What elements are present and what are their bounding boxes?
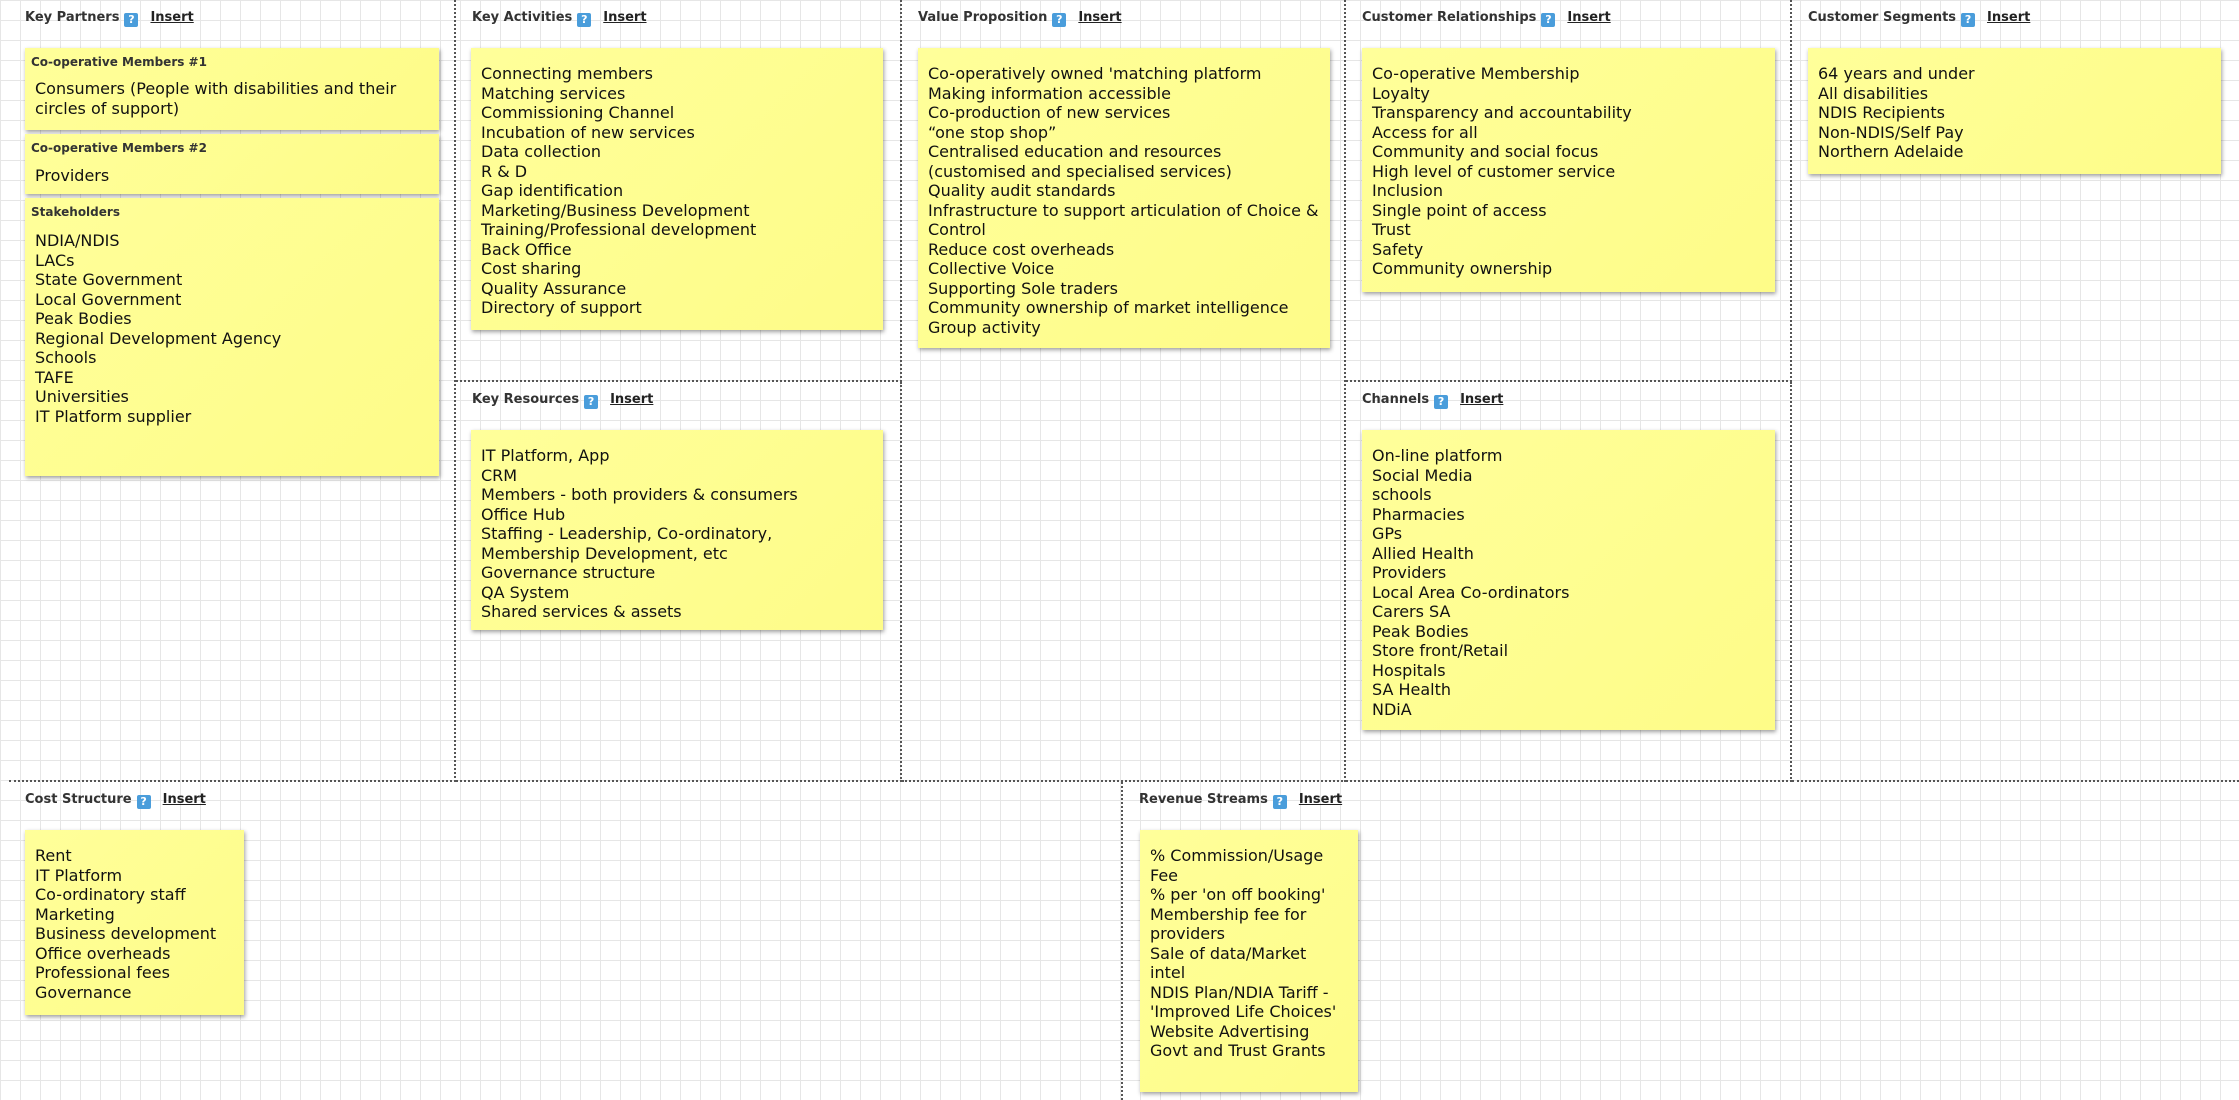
note-text: Rent IT Platform Co-ordinatory staff Mar…	[35, 846, 217, 1002]
note-text: 64 years and under All disabilities NDIS…	[1818, 64, 1975, 161]
key-resources-header: Key Resources? Insert	[472, 391, 653, 409]
section-title: Customer Relationships	[1362, 10, 1537, 25]
note-text: NDIA/NDIS LACs State Government Local Go…	[35, 231, 282, 426]
note-text: Co-operatively owned 'matching platform …	[928, 64, 1319, 337]
key-resources-section: Key Resources? Insert IT Platform, App CR…	[456, 382, 902, 782]
section-title: Channels	[1362, 392, 1430, 407]
key-partners-header: Key Partners? Insert	[25, 9, 194, 27]
insert-link[interactable]: Insert	[1299, 792, 1342, 807]
sticky-note[interactable]: Rent IT Platform Co-ordinatory staff Mar…	[25, 830, 244, 1015]
section-title: Key Partners	[25, 10, 120, 25]
note-text: Connecting members Matching services Com…	[481, 64, 757, 317]
insert-link[interactable]: Insert	[163, 792, 206, 807]
note-label: Stakeholders	[31, 205, 120, 219]
key-activities-section: Key Activities? Insert Connecting members…	[456, 0, 902, 382]
sticky-note[interactable]: Co-operatively owned 'matching platform …	[918, 48, 1330, 348]
sticky-note[interactable]: 64 years and under All disabilities NDIS…	[1808, 48, 2221, 174]
insert-link[interactable]: Insert	[1460, 392, 1503, 407]
help-icon[interactable]: ?	[1541, 13, 1556, 27]
section-title: Key Activities	[472, 10, 573, 25]
note-text: On-line platform Social Media schools Ph…	[1372, 446, 1570, 719]
section-title: Customer Segments	[1808, 10, 1957, 25]
help-icon[interactable]: ?	[136, 795, 151, 809]
help-icon[interactable]: ?	[577, 13, 592, 27]
customer-segments-section: Customer Segments? Insert 64 years and un…	[1792, 0, 2239, 782]
revenue-streams-section: Revenue Streams? Insert % Commission/Usag…	[1123, 782, 2239, 1100]
insert-link[interactable]: Insert	[610, 392, 653, 407]
insert-link[interactable]: Insert	[1078, 10, 1121, 25]
channels-header: Channels? Insert	[1362, 391, 1503, 409]
insert-link[interactable]: Insert	[150, 10, 193, 25]
note-text: IT Platform, App CRM Members - both prov…	[481, 446, 798, 621]
revenue-streams-header: Revenue Streams? Insert	[1139, 791, 1342, 809]
value-proposition-section: Value Proposition? Insert Co-operatively …	[902, 0, 1346, 782]
section-title: Key Resources	[472, 392, 580, 407]
note-label: Co-operative Members #2	[31, 141, 207, 155]
section-title: Cost Structure	[25, 792, 132, 807]
help-icon[interactable]: ?	[124, 13, 139, 27]
key-activities-header: Key Activities? Insert	[472, 9, 647, 27]
customer-segments-header: Customer Segments? Insert	[1808, 9, 2030, 27]
sticky-note[interactable]: On-line platform Social Media schools Ph…	[1362, 430, 1775, 730]
help-icon[interactable]: ?	[1272, 795, 1287, 809]
customer-relationships-section: Customer Relationships? Insert Co-operati…	[1346, 0, 1792, 382]
note-text: Consumers (People with disabilities and …	[35, 79, 397, 118]
sticky-note[interactable]: IT Platform, App CRM Members - both prov…	[471, 430, 883, 630]
note-text: Co-operative Membership Loyalty Transpar…	[1372, 64, 1632, 278]
sticky-note[interactable]: Stakeholders NDIA/NDIS LACs State Govern…	[25, 198, 439, 476]
insert-link[interactable]: Insert	[603, 10, 646, 25]
help-icon[interactable]: ?	[1961, 13, 1976, 27]
help-icon[interactable]: ?	[1052, 13, 1067, 27]
note-text: % Commission/Usage Fee % per 'on off boo…	[1150, 846, 1337, 1060]
sticky-note[interactable]: % Commission/Usage Fee % per 'on off boo…	[1140, 830, 1358, 1092]
insert-link[interactable]: Insert	[1987, 10, 2030, 25]
note-text: Providers	[35, 166, 110, 185]
customer-relationships-header: Customer Relationships? Insert	[1362, 9, 1611, 27]
sticky-note[interactable]: Co-operative Members #2 Providers	[25, 134, 439, 194]
sticky-note[interactable]: Co-operative Members #1 Consumers (Peopl…	[25, 48, 439, 130]
key-partners-section: Key Partners? Insert Co-operative Members…	[9, 0, 456, 782]
note-label: Co-operative Members #1	[31, 55, 207, 69]
cost-structure-header: Cost Structure? Insert	[25, 791, 206, 809]
help-icon[interactable]: ?	[1434, 395, 1449, 409]
channels-section: Channels? Insert On-line platform Social …	[1346, 382, 1792, 782]
section-title: Revenue Streams	[1139, 792, 1268, 807]
sticky-note[interactable]: Connecting members Matching services Com…	[471, 48, 883, 330]
insert-link[interactable]: Insert	[1567, 10, 1610, 25]
value-proposition-header: Value Proposition? Insert	[918, 9, 1122, 27]
cost-structure-section: Cost Structure? Insert Rent IT Platform C…	[9, 782, 1123, 1100]
help-icon[interactable]: ?	[584, 395, 599, 409]
section-title: Value Proposition	[918, 10, 1048, 25]
sticky-note[interactable]: Co-operative Membership Loyalty Transpar…	[1362, 48, 1775, 292]
